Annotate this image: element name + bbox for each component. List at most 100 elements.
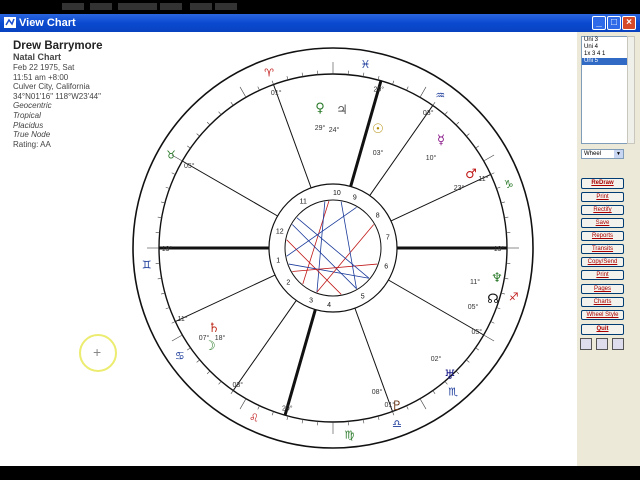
rectify-button[interactable]: Rectify: [581, 205, 624, 215]
copy-send-button[interactable]: Copy/Send: [581, 257, 624, 267]
house-cusp-line: [182, 160, 278, 217]
chart-list[interactable]: Uni 3 Uni 4 1x 3 4 1 Uni 5: [581, 36, 629, 144]
degree-tick: [419, 86, 427, 98]
planet-degree-label: 08°: [372, 388, 383, 396]
degree-tick: [406, 405, 409, 410]
house-number: 6: [384, 263, 388, 270]
degree-tick: [218, 381, 222, 385]
zodiac-sign-sagittarius: ♐: [509, 290, 519, 303]
planet-degree-label: 24°: [329, 126, 340, 134]
cusp-degree-label: 03°: [232, 381, 243, 389]
house-cusp-line: [273, 84, 312, 189]
chart-list-scrollbar[interactable]: [627, 36, 635, 144]
degree-tick: [496, 307, 501, 310]
degree-tick: [257, 86, 260, 91]
charts-button[interactable]: Charts: [581, 297, 624, 307]
reports-button[interactable]: Reports: [581, 231, 624, 241]
degree-tick: [483, 334, 495, 342]
degree-tick: [444, 111, 448, 115]
cusp-degree-label: 11°: [478, 175, 488, 183]
house-number: 3: [309, 298, 313, 305]
save-button[interactable]: Save: [581, 218, 624, 228]
planet-degree-label: 05°: [468, 303, 479, 311]
color-picker-icon[interactable]: [580, 338, 592, 350]
chart-list-item[interactable]: Uni 4: [582, 44, 628, 51]
degree-tick: [455, 370, 460, 375]
globe-icon[interactable]: [612, 338, 624, 350]
degree-tick: [490, 321, 495, 324]
Saturn-icon: ♄: [208, 321, 220, 336]
degree-tick: [475, 347, 479, 351]
house-cusp-line: [175, 274, 276, 322]
print-button[interactable]: Print: [581, 270, 624, 280]
degree-tick: [239, 86, 247, 98]
degree-tick: [165, 186, 170, 189]
cusp-degree-label: 29°: [282, 405, 293, 413]
cursor-crosshair: +: [93, 344, 102, 360]
cusp-degree-label: 11°: [178, 315, 188, 323]
chart-list-item[interactable]: Uni 3: [582, 37, 628, 44]
house-number: 5: [361, 293, 365, 300]
natal-chart-wheel[interactable]: ♈ ♉ ♊ ♋ ♌ ♍ ♎ ♏ ♐ ♑ ♒ ♓ 19° 1 11° 2 03° 3 29° 4 01° 5 05° 6 19° 7…: [0, 14, 577, 466]
zodiac-sign-leo: ♌: [249, 411, 259, 424]
Neptune-icon: ♆: [491, 271, 503, 286]
zodiac-sign-capricorn: ♑: [504, 178, 514, 191]
degree-tick: [171, 334, 183, 342]
taskbar: [0, 466, 640, 480]
planet-degree-label: 23°: [454, 184, 465, 192]
house-number: 8: [376, 212, 380, 219]
quit-button[interactable]: Quit: [581, 324, 624, 335]
house-cusp-line: [232, 300, 297, 391]
degree-tick: [483, 154, 495, 162]
chart-list-item-selected[interactable]: Uni 5: [582, 58, 628, 65]
wheel-select-value: Wheel: [584, 151, 602, 157]
North-node-icon: ☊: [487, 292, 499, 307]
chart-list-item[interactable]: 1x 3 4 1: [582, 51, 628, 58]
sidebar-panel: Uni 3 Uni 4 1x 3 4 1 Uni 5 Wheel ▼ ReDraw…: [577, 32, 640, 466]
house-number: 4: [327, 302, 331, 309]
minimize-button[interactable]: _: [592, 16, 606, 30]
wheel-style-button[interactable]: Wheel Style: [581, 310, 624, 320]
zodiac-sign-cancer: ♋: [175, 349, 185, 362]
house-number: 11: [300, 199, 307, 206]
maximize-button[interactable]: □: [607, 16, 621, 30]
house-number: 9: [353, 194, 357, 201]
degree-tick: [455, 121, 460, 126]
house-number: 12: [276, 229, 284, 236]
zodiac-sign-gemini: ♊: [142, 258, 152, 271]
planet-degree-label: 11°: [470, 278, 480, 286]
degree-tick: [165, 307, 170, 310]
degree-tick: [419, 398, 427, 410]
Jupiter-icon: ♃: [336, 103, 348, 118]
planet-degree-label: 29°: [315, 124, 326, 132]
zodiac-sign-aries: ♈: [264, 66, 274, 79]
degree-tick: [206, 121, 211, 126]
degree-tick: [196, 133, 200, 137]
transits-button[interactable]: Transits: [581, 244, 624, 254]
redraw-button[interactable]: ReDraw: [581, 178, 624, 189]
degree-tick: [406, 86, 409, 91]
degree-tick: [196, 359, 200, 363]
angle-cusp-line: [283, 309, 317, 416]
wheel-select[interactable]: Wheel ▼: [581, 149, 624, 159]
desktop-top-strip: [0, 0, 640, 14]
close-button[interactable]: ×: [622, 16, 636, 30]
cusp-degree-label: 19°: [494, 245, 505, 253]
print-top-button[interactable]: Print: [581, 192, 624, 202]
cusp-degree-label: 03°: [423, 109, 434, 117]
pages-button[interactable]: Pages: [581, 284, 624, 294]
degree-tick: [271, 80, 274, 85]
planet-degree-label: 10°: [426, 154, 437, 162]
Uranus-icon: ♅: [444, 368, 456, 383]
degree-tick: [230, 390, 234, 394]
zodiac-sign-virgo: ♍: [344, 428, 354, 441]
aspect-line: [316, 201, 326, 293]
cusp-degree-label: 19°: [162, 245, 173, 253]
degree-tick: [271, 411, 274, 416]
chevron-down-icon[interactable]: ▼: [614, 150, 623, 158]
cusp-degree-label: 05°: [471, 328, 482, 336]
print-icon[interactable]: [596, 338, 608, 350]
degree-tick: [230, 102, 234, 106]
degree-tick: [432, 102, 436, 106]
degree-tick: [171, 321, 176, 324]
